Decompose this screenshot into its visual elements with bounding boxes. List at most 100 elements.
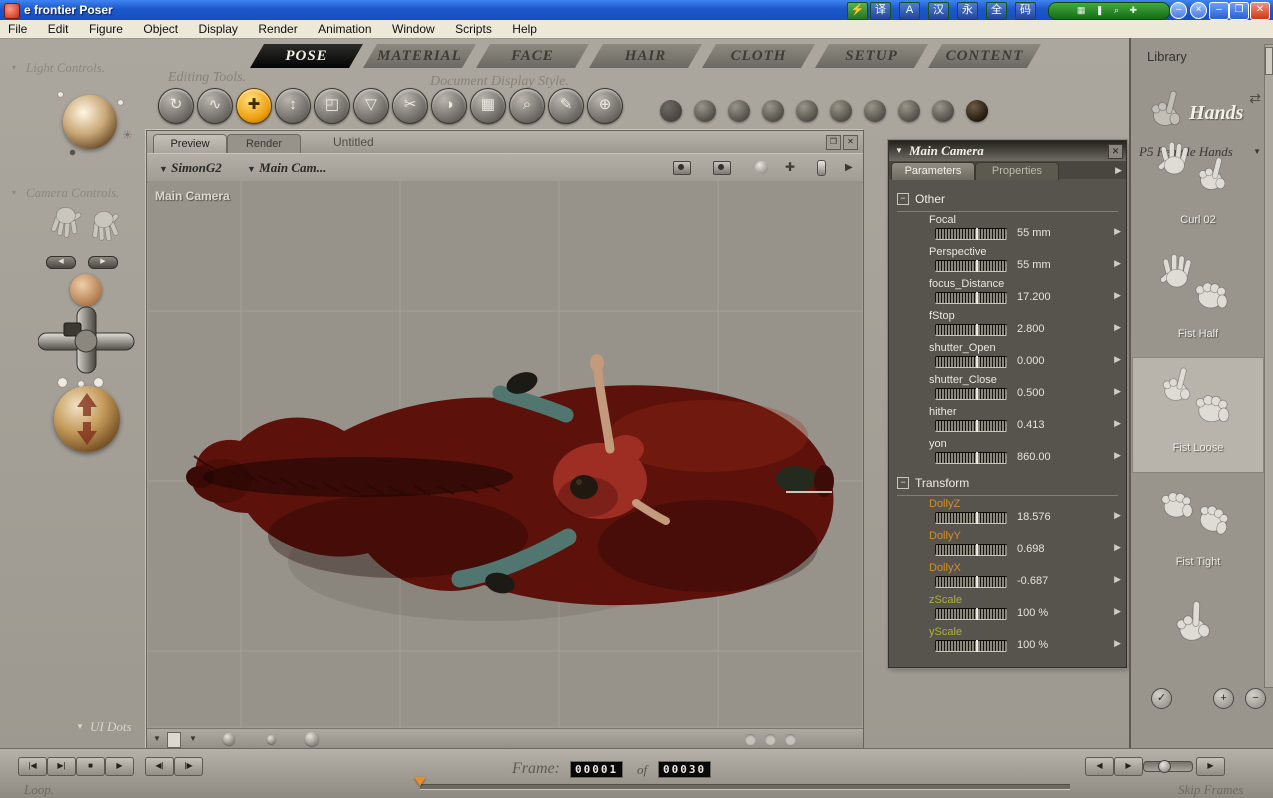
library-item-fist-tight[interactable]: Fist Tight (1133, 472, 1263, 586)
library-item-curl-02[interactable]: Curl 02 (1133, 130, 1263, 244)
document-close-button[interactable]: ✕ (843, 135, 858, 150)
library-category-label[interactable]: Hands (1189, 102, 1243, 125)
param-menu-arrow[interactable]: ▶ (1114, 542, 1121, 553)
page-setup-icon[interactable] (167, 732, 181, 748)
tab-render[interactable]: Render (227, 134, 301, 153)
skip-frames-label[interactable]: Skip Frames (1178, 782, 1243, 798)
chain-break-tool-button[interactable]: ✂ (392, 88, 428, 124)
panel-close-button[interactable]: ✕ (1108, 144, 1123, 159)
display-style-wireframe-icon[interactable] (728, 100, 750, 122)
light-indicator-dot[interactable] (118, 100, 123, 105)
param-value[interactable]: 55 mm (1017, 259, 1051, 271)
menu-animation[interactable]: Animation (310, 20, 379, 36)
tab-pose[interactable]: POSE (250, 44, 363, 68)
tabs-overflow-arrow[interactable]: ▶ (1115, 165, 1122, 176)
advance-button[interactable]: ▶ (1196, 757, 1225, 776)
panel-header[interactable]: ▼ Main Camera ✕ (889, 141, 1126, 161)
ime-style-button[interactable]: 永 (957, 2, 978, 20)
speed-slider-knob[interactable] (1158, 760, 1171, 773)
tab-hair[interactable]: HAIR (589, 44, 702, 68)
menu-scripts[interactable]: Scripts (447, 20, 500, 36)
param-menu-arrow[interactable]: ▶ (1114, 638, 1121, 649)
param-menu-arrow[interactable]: ▶ (1114, 606, 1121, 617)
param-value[interactable]: 0.500 (1017, 387, 1045, 399)
ime-chinese-button[interactable]: 汉 (928, 2, 949, 20)
menu-help[interactable]: Help (504, 20, 545, 36)
current-frame-field[interactable]: 00001 (570, 761, 623, 778)
ime-fullwidth-button[interactable]: 全 (986, 2, 1007, 20)
document-detach-button[interactable]: ❒ (826, 135, 841, 150)
param-value[interactable]: 860.00 (1017, 451, 1051, 463)
apply-library-item-button[interactable]: ✓ (1151, 688, 1172, 709)
collapse-section-button[interactable]: − (897, 193, 909, 205)
tab-content[interactable]: CONTENT (928, 44, 1041, 68)
step-back-button[interactable]: ◀| (145, 757, 174, 776)
twist-tool-button[interactable]: ∿ (197, 88, 233, 124)
library-item-fist-loose[interactable]: Fist Loose (1133, 358, 1263, 472)
translate-tool-button[interactable]: ✚ (236, 88, 272, 124)
ime-power-icon[interactable]: ⚡ (847, 2, 868, 20)
add-to-library-button[interactable]: + (1213, 688, 1234, 709)
footer-dropdown-arrow[interactable]: ▼ (189, 735, 197, 743)
pane-split-dot[interactable] (785, 734, 796, 745)
display-style-flat-lined-icon[interactable] (864, 100, 886, 122)
tab-properties[interactable]: Properties (975, 162, 1059, 180)
total-frames-field[interactable]: 00030 (658, 761, 711, 778)
param-value[interactable]: 100 % (1017, 607, 1048, 619)
camera-rig-control[interactable] (38, 306, 138, 376)
translate-inout-tool-button[interactable]: ↕ (275, 88, 311, 124)
figure-selector-dropdown[interactable]: ▼ SimonG2 (159, 160, 222, 176)
timeline-position-marker[interactable] (414, 777, 426, 792)
left-hand-camera-icon[interactable] (46, 205, 83, 246)
ime-code-button[interactable]: 码 (1015, 2, 1036, 20)
tab-cloth[interactable]: CLOTH (702, 44, 815, 68)
display-style-cartoon-icon[interactable] (898, 100, 920, 122)
menu-figure[interactable]: Figure (81, 20, 131, 36)
param-menu-arrow[interactable]: ▶ (1114, 290, 1121, 301)
param-menu-arrow[interactable]: ▶ (1114, 450, 1121, 461)
param-value[interactable]: 0.000 (1017, 355, 1045, 367)
preview-3d-canvas[interactable] (148, 181, 862, 729)
camera-controls-collapse-arrow[interactable]: ▾ (12, 188, 16, 197)
tab-face[interactable]: FACE (476, 44, 589, 68)
camera-flyaround-icon[interactable] (673, 161, 691, 175)
menu-edit[interactable]: Edit (40, 20, 77, 36)
library-item-fist-half[interactable]: Fist Half (1133, 244, 1263, 358)
library-scrollbar[interactable] (1264, 44, 1273, 688)
param-dial[interactable] (935, 576, 1007, 588)
display-style-lit-wireframe-icon[interactable] (796, 100, 818, 122)
rewind-button[interactable]: ◀ (1085, 757, 1114, 776)
tab-material[interactable]: MATERIAL (363, 44, 476, 68)
param-value[interactable]: -0.687 (1017, 575, 1048, 587)
scale-tool-button[interactable]: ◰ (314, 88, 350, 124)
display-style-outline-icon[interactable] (694, 100, 716, 122)
param-dial[interactable] (935, 356, 1007, 368)
menu-object[interactable]: Object (135, 20, 186, 36)
param-menu-arrow[interactable]: ▶ (1114, 258, 1121, 269)
color-tool-button[interactable]: ◑ (431, 88, 467, 124)
maximize-button[interactable]: ❐ (1229, 2, 1249, 20)
param-menu-arrow[interactable]: ▶ (1114, 574, 1121, 585)
view-magnifier-tool-button[interactable]: ⌕ (509, 88, 545, 124)
collapse-section-button[interactable]: − (897, 477, 909, 489)
menu-window[interactable]: Window (384, 20, 443, 36)
param-dial[interactable] (935, 292, 1007, 304)
library-swap-icon[interactable]: ⇄ (1249, 90, 1261, 107)
ime-latin-button[interactable]: A (899, 2, 920, 20)
display-style-hidden-line-icon[interactable] (762, 100, 784, 122)
param-value[interactable]: 2.800 (1017, 323, 1045, 335)
loop-label[interactable]: Loop. (24, 782, 54, 798)
pane-split-dot[interactable] (765, 734, 776, 745)
ime-close-button[interactable]: × (1190, 2, 1207, 19)
light-indicator-dot[interactable] (70, 150, 75, 155)
document-window-header[interactable]: Preview Render Untitled ❒ ✕ (147, 131, 863, 153)
forward-button[interactable]: ▶ (1114, 757, 1143, 776)
param-dial[interactable] (935, 420, 1007, 432)
pane-split-dot[interactable] (745, 734, 756, 745)
remove-from-library-button[interactable]: − (1245, 688, 1266, 709)
trackball-mini-icon[interactable] (755, 161, 768, 174)
light-indicator-dot[interactable] (58, 92, 63, 97)
depth-cue-icon[interactable] (223, 733, 235, 745)
camera-select-icon[interactable] (713, 161, 731, 175)
grouping-tool-button[interactable]: ▦ (470, 88, 506, 124)
